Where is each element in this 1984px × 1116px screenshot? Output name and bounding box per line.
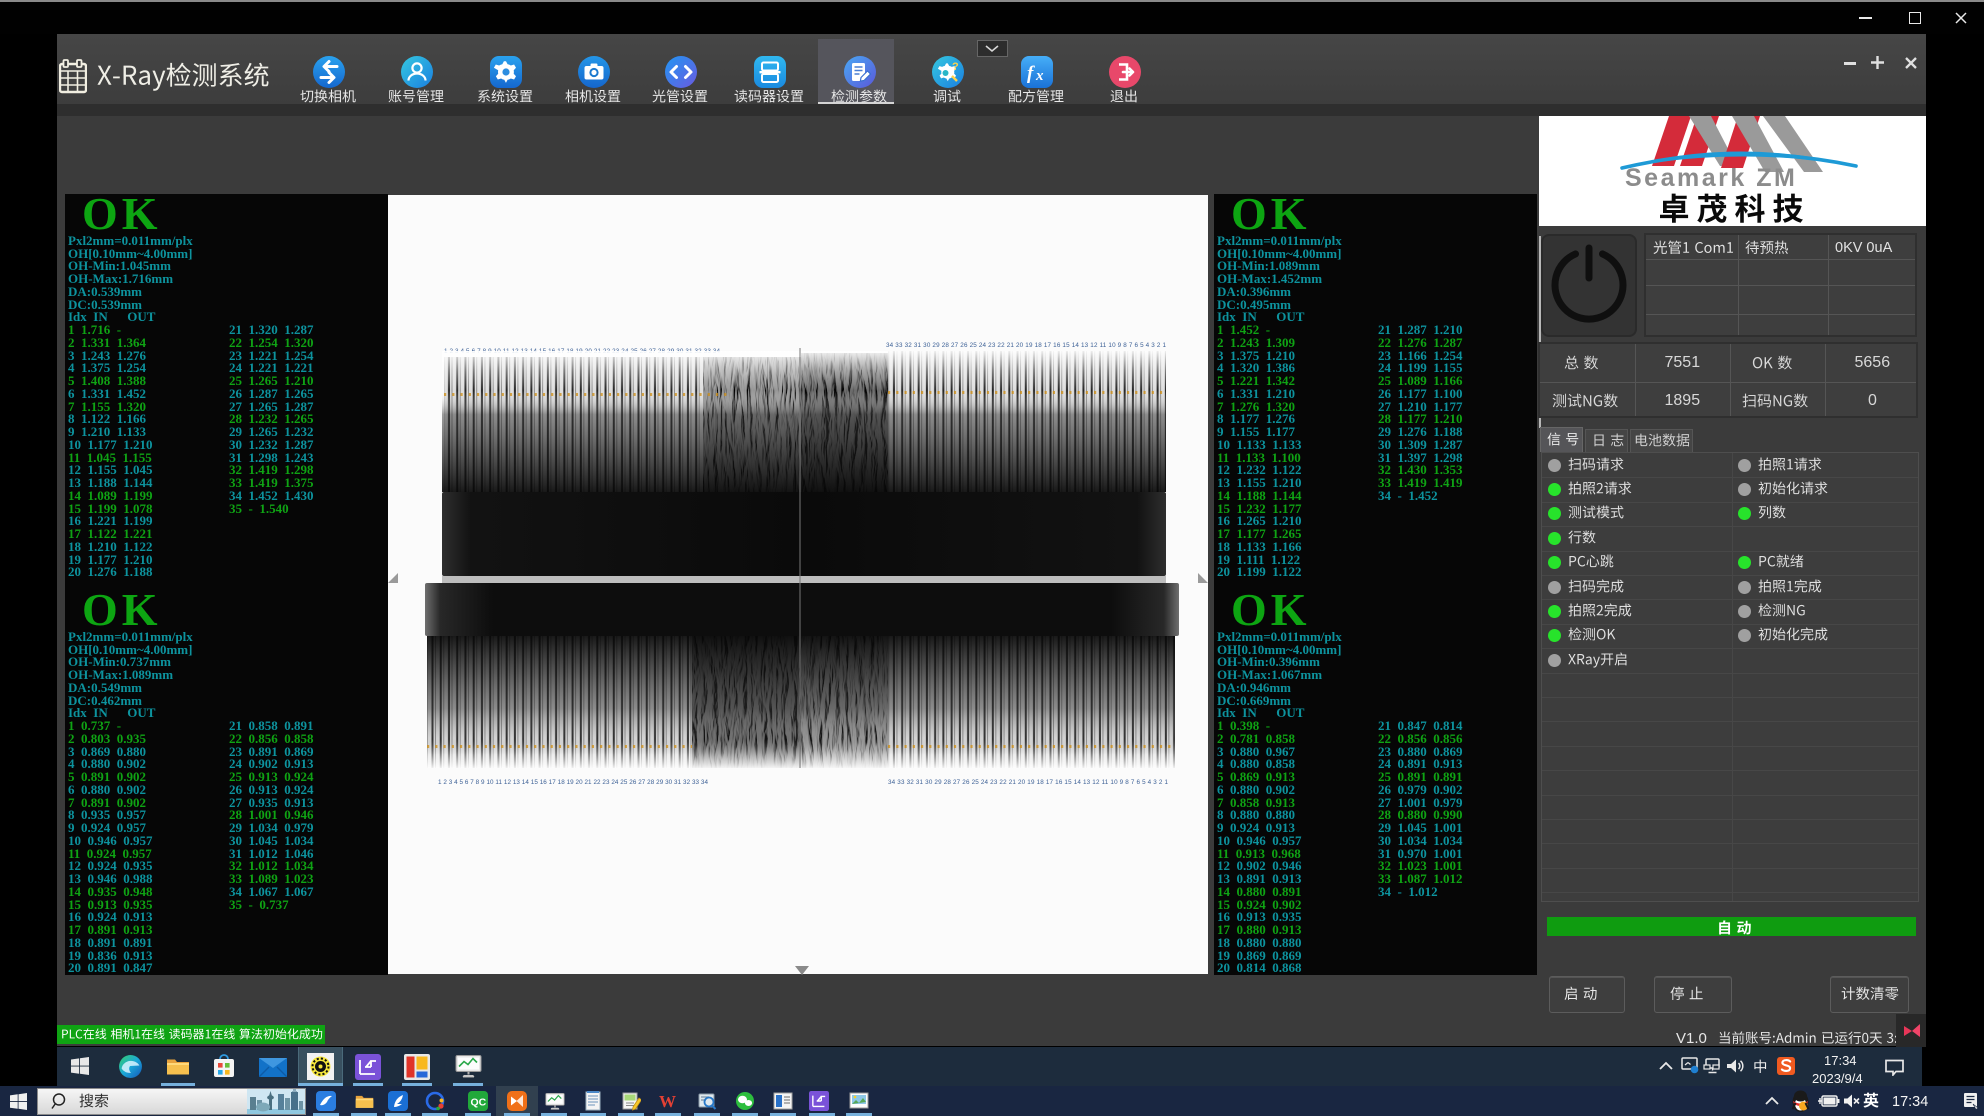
svg-text:1 2 3 4 5 6 7 8 9 10 11 12 13: 1 2 3 4 5 6 7 8 9 10 11 12 13 14 15 16 1… [438, 779, 708, 786]
svg-text:34 33 32 31 30 29 28 27 26 25: 34 33 32 31 30 29 28 27 26 25 24 23 22 2… [888, 779, 1168, 786]
svg-text:?: ? [952, 61, 959, 73]
svg-text:Seamark ZM: Seamark ZM [1625, 164, 1797, 192]
svg-text:x: x [1035, 68, 1044, 84]
svg-text:34 33 32 31 30 29 28 27 26 25: 34 33 32 31 30 29 28 27 26 25 24 23 22 2… [886, 342, 1166, 349]
svg-text:W: W [659, 1092, 676, 1111]
svg-text:QC: QC [471, 1097, 487, 1109]
